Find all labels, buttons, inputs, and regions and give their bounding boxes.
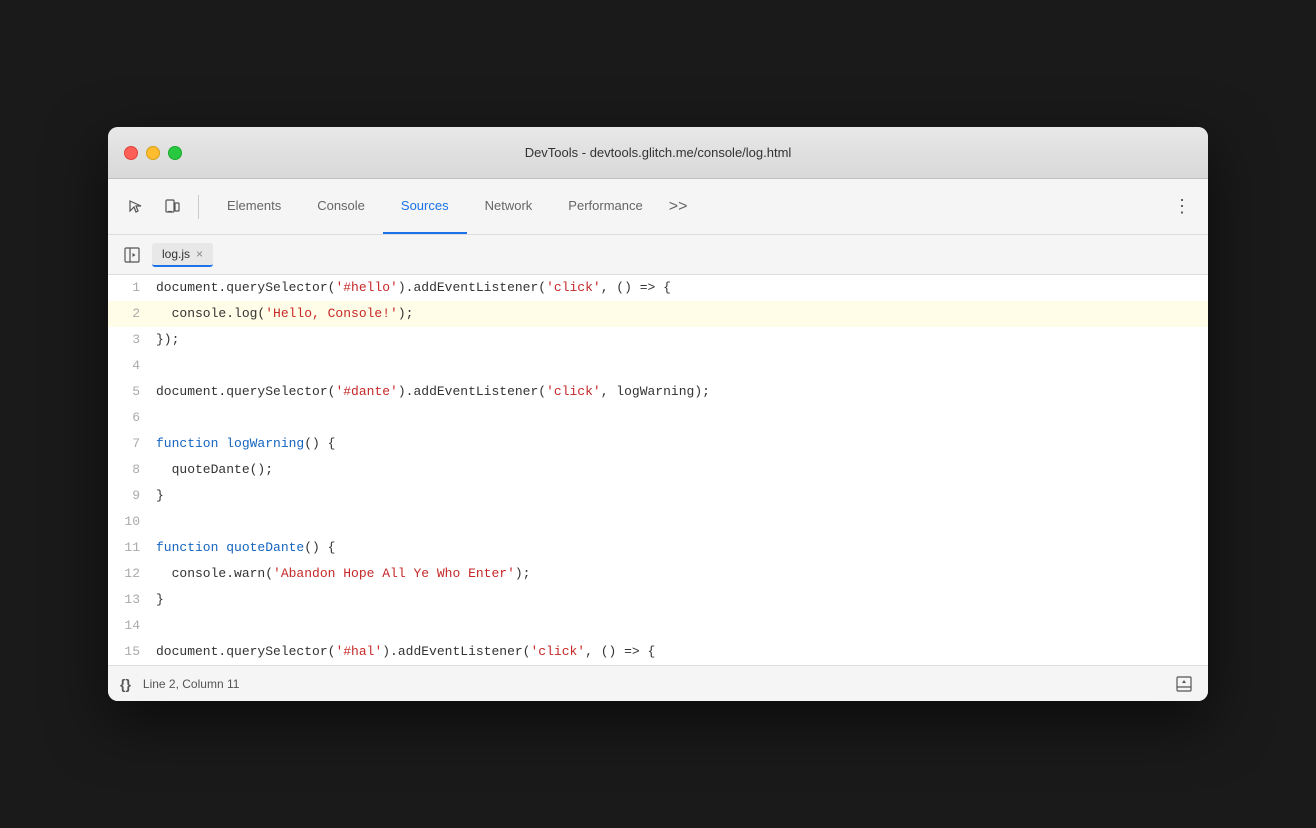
line-number-1: 1: [108, 275, 156, 301]
cursor-position: Line 2, Column 11: [143, 677, 240, 691]
tab-console[interactable]: Console: [299, 179, 383, 234]
code-content-10: [156, 509, 1208, 535]
code-content-3: });: [156, 327, 1208, 353]
drawer-toggle-icon[interactable]: [1172, 672, 1196, 696]
code-content-7: function logWarning() {: [156, 431, 1208, 457]
line-number-9: 9: [108, 483, 156, 509]
code-line-14: 14: [108, 613, 1208, 639]
window-title: DevTools - devtools.glitch.me/console/lo…: [525, 145, 792, 160]
file-close-button[interactable]: ×: [196, 248, 203, 260]
line-number-8: 8: [108, 457, 156, 483]
code-line-4: 4: [108, 353, 1208, 379]
toolbar: Elements Console Sources Network Perform…: [108, 179, 1208, 235]
title-bar: DevTools - devtools.glitch.me/console/lo…: [108, 127, 1208, 179]
close-button[interactable]: [124, 146, 138, 160]
tabs-container: Elements Console Sources Network Perform…: [209, 179, 695, 234]
status-end: [1172, 672, 1196, 696]
code-content-2: console.log('Hello, Console!');: [156, 301, 1208, 327]
line-number-5: 5: [108, 379, 156, 405]
line-number-13: 13: [108, 587, 156, 613]
code-line-3: 3 });: [108, 327, 1208, 353]
code-content-4: [156, 353, 1208, 379]
code-content-11: function quoteDante() {: [156, 535, 1208, 561]
code-line-15: 15 document.querySelector('#hal').addEve…: [108, 639, 1208, 665]
code-content-12: console.warn('Abandon Hope All Ye Who En…: [156, 561, 1208, 587]
inspect-icon[interactable]: [120, 191, 152, 223]
code-line-1: 1 document.querySelector('#hello').addEv…: [108, 275, 1208, 301]
toolbar-end: ⋮: [1168, 193, 1196, 221]
code-line-10: 10: [108, 509, 1208, 535]
menu-button[interactable]: ⋮: [1168, 193, 1196, 221]
code-content-13: }: [156, 587, 1208, 613]
line-number-14: 14: [108, 613, 156, 639]
file-name: log.js: [162, 247, 190, 261]
tab-performance[interactable]: Performance: [550, 179, 660, 234]
more-tabs-button[interactable]: >>: [661, 179, 696, 234]
line-number-4: 4: [108, 353, 156, 379]
line-number-3: 3: [108, 327, 156, 353]
panel-toggle-icon[interactable]: [120, 243, 144, 267]
code-line-7: 7 function logWarning() {: [108, 431, 1208, 457]
code-line-2: 2 console.log('Hello, Console!');: [108, 301, 1208, 327]
toolbar-divider: [198, 195, 199, 219]
line-number-12: 12: [108, 561, 156, 587]
code-line-11: 11 function quoteDante() {: [108, 535, 1208, 561]
line-number-10: 10: [108, 509, 156, 535]
line-number-11: 11: [108, 535, 156, 561]
format-button[interactable]: {}: [120, 676, 131, 692]
maximize-button[interactable]: [168, 146, 182, 160]
file-tab-logjs[interactable]: log.js ×: [152, 243, 213, 267]
minimize-button[interactable]: [146, 146, 160, 160]
traffic-lights: [124, 146, 182, 160]
tab-network[interactable]: Network: [467, 179, 551, 234]
code-line-12: 12 console.warn('Abandon Hope All Ye Who…: [108, 561, 1208, 587]
code-content-8: quoteDante();: [156, 457, 1208, 483]
code-content-15: document.querySelector('#hal').addEventL…: [156, 639, 1208, 665]
code-line-5: 5 document.querySelector('#dante').addEv…: [108, 379, 1208, 405]
code-editor[interactable]: 1 document.querySelector('#hello').addEv…: [108, 275, 1208, 665]
device-icon[interactable]: [156, 191, 188, 223]
tab-elements[interactable]: Elements: [209, 179, 299, 234]
devtools-window: DevTools - devtools.glitch.me/console/lo…: [108, 127, 1208, 701]
code-content-1: document.querySelector('#hello').addEven…: [156, 275, 1208, 301]
code-line-9: 9 }: [108, 483, 1208, 509]
code-line-13: 13 }: [108, 587, 1208, 613]
line-number-6: 6: [108, 405, 156, 431]
line-number-15: 15: [108, 639, 156, 665]
code-content-14: [156, 613, 1208, 639]
line-number-7: 7: [108, 431, 156, 457]
code-line-8: 8 quoteDante();: [108, 457, 1208, 483]
code-content-5: document.querySelector('#dante').addEven…: [156, 379, 1208, 405]
tab-sources[interactable]: Sources: [383, 179, 467, 234]
code-content-9: }: [156, 483, 1208, 509]
line-number-2: 2: [108, 301, 156, 327]
file-bar: log.js ×: [108, 235, 1208, 275]
code-line-6: 6: [108, 405, 1208, 431]
code-content-6: [156, 405, 1208, 431]
status-bar: {} Line 2, Column 11: [108, 665, 1208, 701]
